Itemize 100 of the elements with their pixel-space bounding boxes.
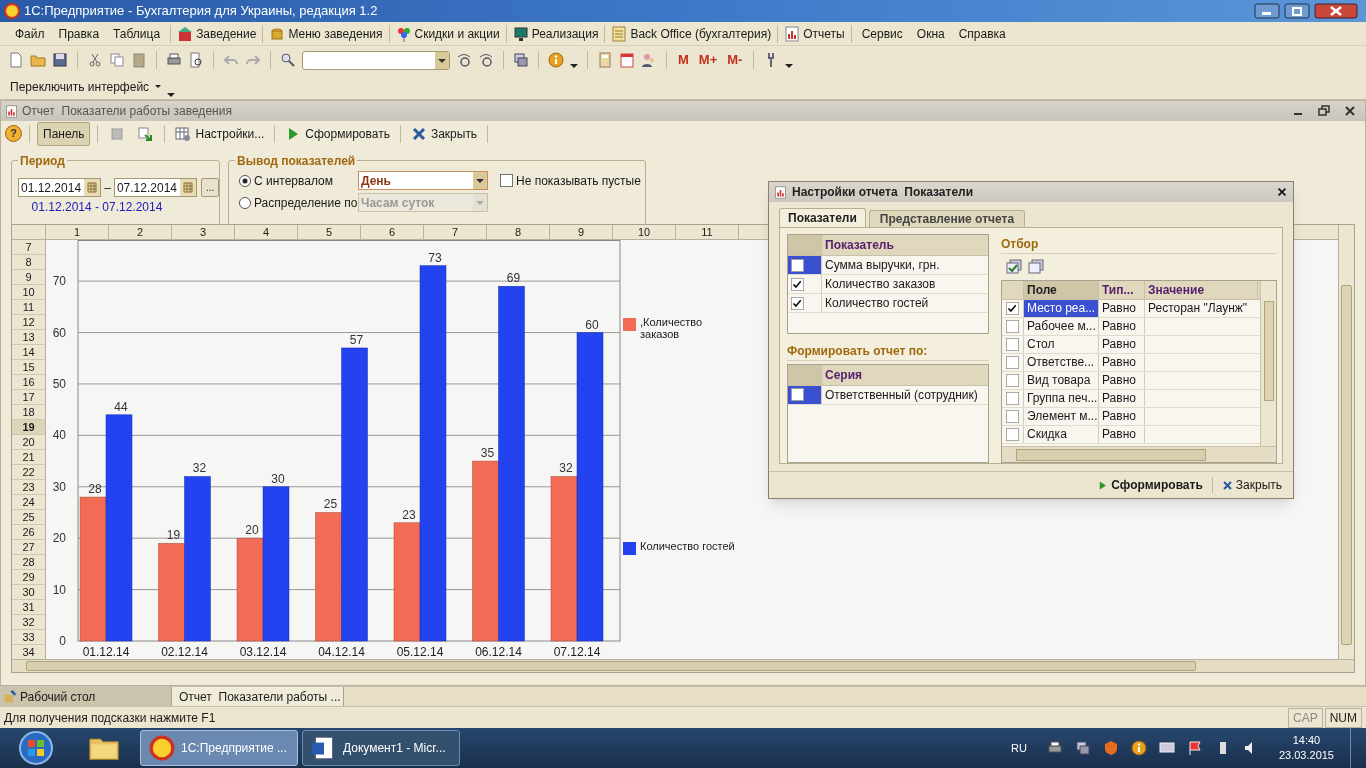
table-cell[interactable]: Скидка [1024, 426, 1099, 443]
column-header[interactable]: 2 [109, 225, 172, 239]
row-header[interactable]: 28 [12, 555, 45, 570]
date-field[interactable]: 01.12.2014 [18, 178, 102, 197]
column-header[interactable]: Поле [1024, 281, 1099, 299]
close-button[interactable]: Закрыть [1218, 476, 1285, 494]
checkbox[interactable] [1006, 338, 1019, 351]
update-icon[interactable] [1130, 740, 1147, 756]
menu-item[interactable]: Правка [51, 24, 107, 43]
menu-item[interactable]: Сервис [854, 24, 910, 43]
table-cell[interactable]: Группа печ... [1024, 390, 1099, 407]
memory-button[interactable]: M [676, 50, 691, 70]
print-preview-icon[interactable] [188, 52, 204, 68]
table-cell[interactable]: Вид товара [1024, 372, 1099, 389]
row-header[interactable]: 14 [12, 345, 45, 360]
row-header[interactable]: 24 [12, 495, 45, 510]
column-header[interactable]: 3 [172, 225, 235, 239]
menu-item[interactable]: Файл [8, 24, 52, 43]
window-tab[interactable]: Отчет Показатели работы ... [172, 687, 344, 706]
generate-button[interactable]: Сформировать [282, 124, 393, 143]
dropdown-field[interactable]: День [358, 171, 488, 190]
checkbox[interactable] [791, 277, 804, 291]
column-header[interactable]: 9 [550, 225, 613, 239]
interface-switch-button[interactable]: Переключить интерфейс [8, 77, 152, 96]
checkbox[interactable] [1006, 410, 1019, 423]
memory-button[interactable]: M- [725, 50, 745, 70]
radio-button[interactable] [239, 174, 251, 187]
check-all-icon[interactable] [1006, 259, 1022, 275]
minimize-icon[interactable] [1254, 3, 1280, 19]
vertical-scrollbar[interactable] [1338, 225, 1354, 659]
row-header[interactable]: 32 [12, 615, 45, 630]
dropdown-caret-icon[interactable] [435, 51, 449, 69]
row-header[interactable]: 33 [12, 630, 45, 645]
menu-item[interactable]: Заведение [174, 24, 260, 43]
row-header[interactable]: 15 [12, 360, 45, 375]
table-cell[interactable]: Рабочее м... [1024, 318, 1099, 335]
checkbox[interactable] [791, 388, 804, 401]
checkbox[interactable] [1006, 392, 1019, 405]
restore-icon[interactable] [1284, 3, 1310, 19]
column-header[interactable]: 10 [613, 225, 676, 239]
tab[interactable]: Показатели [779, 208, 866, 227]
horizontal-scrollbar[interactable] [1002, 446, 1276, 462]
column-header[interactable]: Тип... [1099, 281, 1145, 299]
checkbox[interactable] [1006, 374, 1019, 387]
panel-button[interactable]: Панель [37, 121, 91, 146]
printer-icon[interactable] [166, 52, 182, 68]
taskbar-button[interactable]: 1С:Предприятие ... [140, 730, 298, 766]
search-icon[interactable] [280, 52, 296, 68]
row-header[interactable]: 31 [12, 600, 45, 615]
column-header[interactable]: 5 [298, 225, 361, 239]
restore-icon[interactable] [1317, 104, 1331, 118]
menu-item[interactable]: Таблица [106, 24, 168, 43]
monitor-icon[interactable] [1158, 740, 1175, 756]
checkbox[interactable] [500, 174, 513, 187]
column-header[interactable]: 8 [487, 225, 550, 239]
table-cell[interactable]: Стол [1024, 336, 1099, 353]
row-header[interactable]: 17 [12, 390, 45, 405]
calendar-icon[interactable] [619, 52, 635, 68]
row-header[interactable]: 20 [12, 435, 45, 450]
row-header[interactable]: 13 [12, 330, 45, 345]
row-header[interactable]: 10 [12, 285, 45, 300]
checkbox[interactable] [1006, 320, 1019, 333]
column-header[interactable]: 4 [235, 225, 298, 239]
taskbar-button[interactable]: Документ1 - Micr... [302, 730, 460, 766]
row-header[interactable]: 12 [12, 315, 45, 330]
column-header[interactable]: 7 [424, 225, 487, 239]
clipboard-icon[interactable] [131, 52, 147, 68]
shield-icon[interactable] [1102, 740, 1119, 756]
find-previous-icon[interactable] [478, 52, 494, 68]
search-field[interactable] [302, 50, 450, 70]
language-indicator[interactable]: RU [1011, 739, 1027, 757]
network-icon[interactable] [1074, 740, 1091, 756]
clock-time[interactable]: 14:40 [1292, 733, 1321, 748]
checkbox[interactable] [1006, 356, 1019, 369]
table-cell[interactable]: Место реа... [1024, 300, 1099, 317]
radio-label[interactable]: С интервалом [254, 171, 333, 190]
row-header[interactable]: 11 [12, 300, 45, 315]
clock-date[interactable]: 23.03.2015 [1278, 748, 1334, 763]
windows-icon[interactable] [513, 52, 529, 68]
more-button[interactable]: ... [201, 178, 219, 197]
menu-item[interactable]: Справка [951, 24, 1013, 43]
row-header[interactable]: 26 [12, 525, 45, 540]
caret-icon[interactable] [570, 64, 578, 68]
close-icon[interactable] [1343, 104, 1357, 118]
users-icon[interactable] [641, 52, 657, 68]
checkbox[interactable] [1006, 428, 1019, 441]
flag-icon[interactable] [1186, 740, 1203, 756]
menu-item[interactable]: Окна [909, 24, 952, 43]
menu-item[interactable]: Скидки и акции [392, 24, 503, 43]
row-header[interactable]: 9 [12, 270, 45, 285]
info-icon[interactable] [548, 52, 564, 68]
row-header[interactable]: 30 [12, 585, 45, 600]
row-header[interactable]: 8 [12, 255, 45, 270]
row-header[interactable]: 23 [12, 480, 45, 495]
checkbox-cell[interactable] [788, 256, 822, 274]
menu-item[interactable]: Back Office (бухгалтерия) [608, 24, 775, 43]
table-cell[interactable]: Ответстве... [1024, 354, 1099, 371]
row-header[interactable]: 27 [12, 540, 45, 555]
row-header[interactable]: 19 [12, 420, 45, 435]
new-document-icon[interactable] [8, 52, 24, 68]
